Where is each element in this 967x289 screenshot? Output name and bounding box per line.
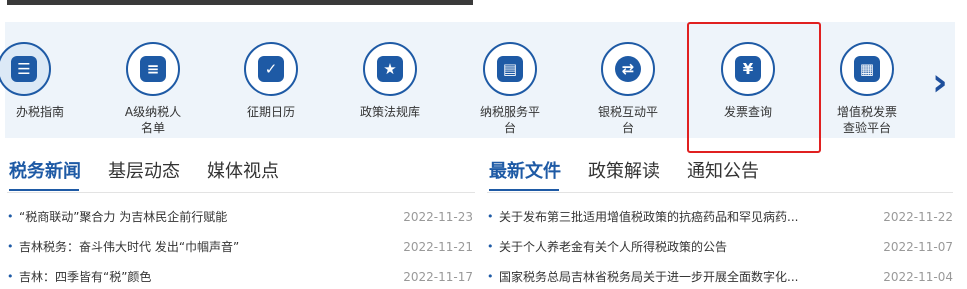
service-platform-icon: ▤	[483, 42, 537, 96]
vat-invoice-icon: ▦	[840, 42, 894, 96]
service-label: 纳税服务平台	[479, 105, 540, 135]
news-item[interactable]: • 吉林税务：奋斗伟大时代 发出“巾帼声音” 2022-11-21	[7, 238, 473, 256]
right-active-tab-indicator	[489, 189, 559, 191]
news-item[interactable]: • 关于发布第三批适用增值税政策的抗癌药品和罕见病药... 2022-11-22	[487, 208, 953, 226]
tab-tax-news[interactable]: 税务新闻	[9, 160, 81, 184]
service-item-tax-guide[interactable]: ☰ 办税指南	[0, 42, 64, 120]
service-item-calendar[interactable]: ✓ 征期日历	[221, 42, 321, 120]
news-date: 2022-11-21	[403, 240, 473, 254]
service-item-vat-invoice[interactable]: ▦ 增值税发票查验平台	[817, 42, 917, 136]
service-label: 政策法规库	[359, 105, 420, 119]
news-title[interactable]: 国家税务总局吉林省税务局关于进一步开展全面数字化...	[499, 268, 829, 286]
news-date: 2022-11-23	[403, 210, 473, 224]
news-date: 2022-11-22	[883, 210, 953, 224]
news-item[interactable]: • 关于个人养老金有关个人所得税政策的公告 2022-11-07	[487, 238, 953, 256]
service-item-a-taxpayer[interactable]: ≡ A级纳税人名单	[103, 42, 203, 136]
news-title[interactable]: “税商联动”聚合力 为吉林民企前行赋能	[19, 208, 227, 226]
bullet-icon: •	[7, 270, 14, 283]
tab-notices[interactable]: 通知公告	[687, 160, 759, 184]
service-item-service-platform[interactable]: ▤ 纳税服务平台	[460, 42, 560, 136]
news-item[interactable]: • 国家税务总局吉林省税务局关于进一步开展全面数字化... 2022-11-04	[487, 268, 953, 286]
tab-media-view[interactable]: 媒体视点	[207, 160, 279, 184]
right-tabs-divider	[487, 192, 953, 193]
bullet-icon: •	[7, 210, 14, 223]
left-tabs-divider	[7, 192, 475, 193]
bullet-icon: •	[487, 210, 494, 223]
news-title[interactable]: 关于个人养老金有关个人所得税政策的公告	[499, 238, 829, 256]
service-label: 办税指南	[15, 105, 64, 119]
top-banner-edge	[7, 0, 473, 5]
tax-guide-icon: ☰	[0, 42, 51, 96]
taxpayer-list-icon: ≡	[126, 42, 180, 96]
bullet-icon: •	[487, 240, 494, 253]
service-label: 增值税发票查验平台	[837, 105, 898, 135]
bullet-icon: •	[487, 270, 494, 283]
left-news-tabs: 税务新闻 基层动态 媒体视点	[9, 160, 306, 184]
service-label: 银税互动平台	[597, 105, 658, 135]
tab-local-updates[interactable]: 基层动态	[108, 160, 180, 184]
bullet-icon: •	[7, 240, 14, 253]
right-news-tabs: 最新文件 政策解读 通知公告	[489, 160, 786, 184]
policy-book-icon: ★	[363, 42, 417, 96]
tab-latest-documents[interactable]: 最新文件	[489, 160, 561, 184]
calendar-icon: ✓	[244, 42, 298, 96]
service-label: A级纳税人名单	[124, 105, 182, 135]
service-item-policy[interactable]: ★ 政策法规库	[340, 42, 440, 120]
invoice-query-highlight-box	[687, 22, 821, 153]
carousel-next-icon[interactable]: ›	[932, 63, 948, 101]
news-title[interactable]: 关于发布第三批适用增值税政策的抗癌药品和罕见病药...	[499, 208, 829, 226]
news-title[interactable]: 吉林税务：奋斗伟大时代 发出“巾帼声音”	[19, 238, 239, 256]
left-active-tab-indicator	[9, 189, 79, 191]
news-item[interactable]: • 吉林：四季皆有“税”颜色 2022-11-17	[7, 268, 473, 286]
news-item[interactable]: • “税商联动”聚合力 为吉林民企前行赋能 2022-11-23	[7, 208, 473, 226]
news-date: 2022-11-07	[883, 240, 953, 254]
news-date: 2022-11-04	[883, 270, 953, 284]
service-label: 征期日历	[246, 105, 295, 119]
tab-policy-interpretation[interactable]: 政策解读	[588, 160, 660, 184]
news-title[interactable]: 吉林：四季皆有“税”颜色	[19, 268, 151, 286]
news-date: 2022-11-17	[403, 270, 473, 284]
service-item-bank-tax[interactable]: ⇄ 银税互动平台	[578, 42, 678, 136]
bank-tax-icon: ⇄	[601, 42, 655, 96]
